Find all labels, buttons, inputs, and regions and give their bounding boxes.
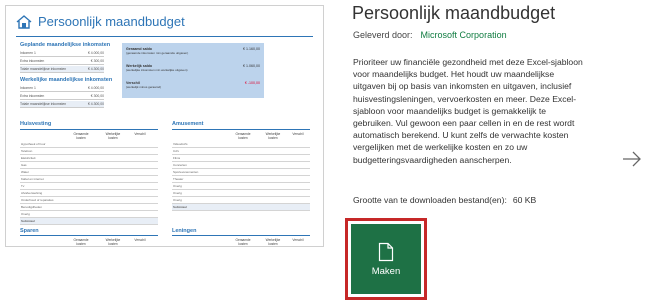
planned-income-heading: Geplande maandelijkse inkomsten bbox=[20, 42, 111, 48]
savings-col-actual: Werkelijke kosten bbox=[105, 238, 121, 246]
byline: Geleverd door: Microsoft Corporation bbox=[353, 30, 507, 40]
income-row-value: € 4.000,00 bbox=[87, 51, 104, 55]
loans-table: Geraamde kosten Werkelijke kosten Versch… bbox=[172, 235, 310, 246]
income-row: Totale maandelijkse inkomsten € 4.300,00 bbox=[20, 101, 104, 108]
house-icon bbox=[16, 14, 32, 29]
income-row: Totale maandelijkse inkomsten € 4.300,00 bbox=[20, 66, 104, 73]
arrow-right-icon[interactable] bbox=[621, 148, 643, 170]
housing-table: Geraamde kosten Werkelijke kosten Versch… bbox=[20, 129, 158, 225]
income-row: Inkomen 1 € 4.000,00 bbox=[20, 85, 104, 92]
table-row: Kabel en internet bbox=[20, 176, 158, 183]
template-preview: Persoonlijk maandbudget Geplande maandel… bbox=[5, 5, 324, 247]
subtotal-row: Subtotaal bbox=[172, 204, 310, 211]
create-label: Maken bbox=[371, 265, 401, 277]
table-row: Concerten bbox=[172, 162, 310, 169]
new-document-icon bbox=[378, 242, 394, 261]
loans-heading: Leningen bbox=[172, 228, 197, 234]
income-row-label: Totale maandelijkse inkomsten bbox=[20, 67, 67, 71]
entertainment-col-diff: Verschil bbox=[292, 132, 304, 136]
table-row: Overig bbox=[20, 211, 158, 218]
template-rule bbox=[16, 36, 313, 37]
summary-value: € -100,00 bbox=[244, 81, 260, 85]
table-row: Sportevenementen bbox=[172, 169, 310, 176]
entertainment-table: Geraamde kosten Werkelijke kosten Versch… bbox=[172, 129, 310, 211]
savings-col-diff: Verschil bbox=[134, 238, 146, 242]
housing-col-actual: Werkelijke kosten bbox=[105, 132, 121, 140]
table-row: Videodvd's bbox=[172, 141, 310, 148]
summary-value: € 1.060,00 bbox=[243, 64, 260, 68]
download-size: Grootte van te downloaden bestand(en): 60… bbox=[353, 195, 536, 205]
savings-heading: Sparen bbox=[20, 228, 39, 234]
subtotal-row: Subtotaal bbox=[20, 218, 158, 225]
table-row: Telefoon bbox=[20, 148, 158, 155]
income-row-label: Extra inkomsten bbox=[20, 59, 45, 63]
loans-col-estimated: Geraamde kosten bbox=[235, 238, 251, 246]
summary-line: Verschil (werkelijk minus geraamd) € -100,… bbox=[126, 81, 260, 89]
entertainment-col-actual: Werkelijke kosten bbox=[265, 132, 281, 140]
table-row: Gas bbox=[20, 162, 158, 169]
provided-by-label: Geleverd door: bbox=[353, 30, 413, 40]
savings-col-estimated: Geraamde kosten bbox=[73, 238, 89, 246]
download-size-value: 60 KB bbox=[512, 195, 537, 205]
table-row: Cd's bbox=[172, 148, 310, 155]
income-row-value: € 300,00 bbox=[90, 94, 104, 98]
table-row: Hypotheek of huur bbox=[20, 141, 158, 148]
summary-box: Geraamd saldo (geraamde inkomsten min ger… bbox=[122, 43, 264, 98]
table-row: Overig bbox=[172, 190, 310, 197]
income-row-label: Inkomen 1 bbox=[20, 86, 36, 90]
table-row: Overig bbox=[172, 183, 310, 190]
template-header: Persoonlijk maandbudget bbox=[16, 14, 185, 29]
entertainment-col-estimated: Geraamde kosten bbox=[235, 132, 251, 140]
income-row: Extra inkomsten € 300,00 bbox=[20, 58, 104, 65]
publisher-link: Microsoft Corporation bbox=[420, 30, 507, 40]
income-row-label: Extra inkomsten bbox=[20, 94, 45, 98]
entertainment-heading: Amusement bbox=[172, 121, 204, 127]
create-button[interactable]: Maken bbox=[351, 224, 421, 294]
table-row: Onderhoud of reparaties bbox=[20, 197, 158, 204]
summary-value: € 1.160,00 bbox=[243, 47, 260, 51]
table-row: Tv bbox=[20, 183, 158, 190]
table-row: Theater bbox=[172, 176, 310, 183]
table-row: Water bbox=[20, 169, 158, 176]
housing-heading: Huisvesting bbox=[20, 121, 52, 127]
summary-label: Geraamd saldo (geraamde inkomsten min ger… bbox=[126, 47, 189, 55]
table-row: Overig bbox=[172, 197, 310, 204]
loans-col-diff: Verschil bbox=[292, 238, 304, 242]
table-row: Elektriciteit bbox=[20, 155, 158, 162]
template-name: Persoonlijk maandbudget bbox=[352, 3, 556, 23]
summary-line: Werkelijk saldo (werkelijke inkomsten min… bbox=[126, 64, 260, 72]
template-description: Prioriteer uw financiële gezondheid met … bbox=[353, 57, 583, 165]
income-row-value: € 300,00 bbox=[90, 59, 104, 63]
summary-label: Werkelijk saldo (werkelijke inkomsten min… bbox=[126, 64, 188, 72]
table-row: Films bbox=[172, 155, 310, 162]
housing-col-estimated: Geraamde kosten bbox=[73, 132, 89, 140]
income-row-label: Totale maandelijkse inkomsten bbox=[20, 102, 67, 106]
income-row-value: € 4.000,00 bbox=[87, 86, 104, 90]
table-row: Afvalverwerking bbox=[20, 190, 158, 197]
download-size-label: Grootte van te downloaden bestand(en): bbox=[353, 195, 507, 205]
loans-col-actual: Werkelijke kosten bbox=[265, 238, 281, 246]
income-row: Extra inkomsten € 300,00 bbox=[20, 93, 104, 100]
table-row: Benodigdheden bbox=[20, 204, 158, 211]
savings-table: Geraamde kosten Werkelijke kosten Versch… bbox=[20, 235, 158, 246]
income-row-label: Inkomen 1 bbox=[20, 51, 36, 55]
template-title: Persoonlijk maandbudget bbox=[38, 14, 185, 29]
summary-line: Geraamd saldo (geraamde inkomsten min ger… bbox=[126, 47, 260, 55]
income-row-value: € 4.300,00 bbox=[87, 102, 104, 106]
income-row: Inkomen 1 € 4.000,00 bbox=[20, 50, 104, 57]
actual-income-heading: Werkelijke maandelijkse inkomsten bbox=[20, 77, 113, 83]
income-row-value: € 4.300,00 bbox=[87, 67, 104, 71]
summary-label: Verschil (werkelijk minus geraamd) bbox=[126, 81, 162, 89]
housing-col-diff: Verschil bbox=[134, 132, 146, 136]
